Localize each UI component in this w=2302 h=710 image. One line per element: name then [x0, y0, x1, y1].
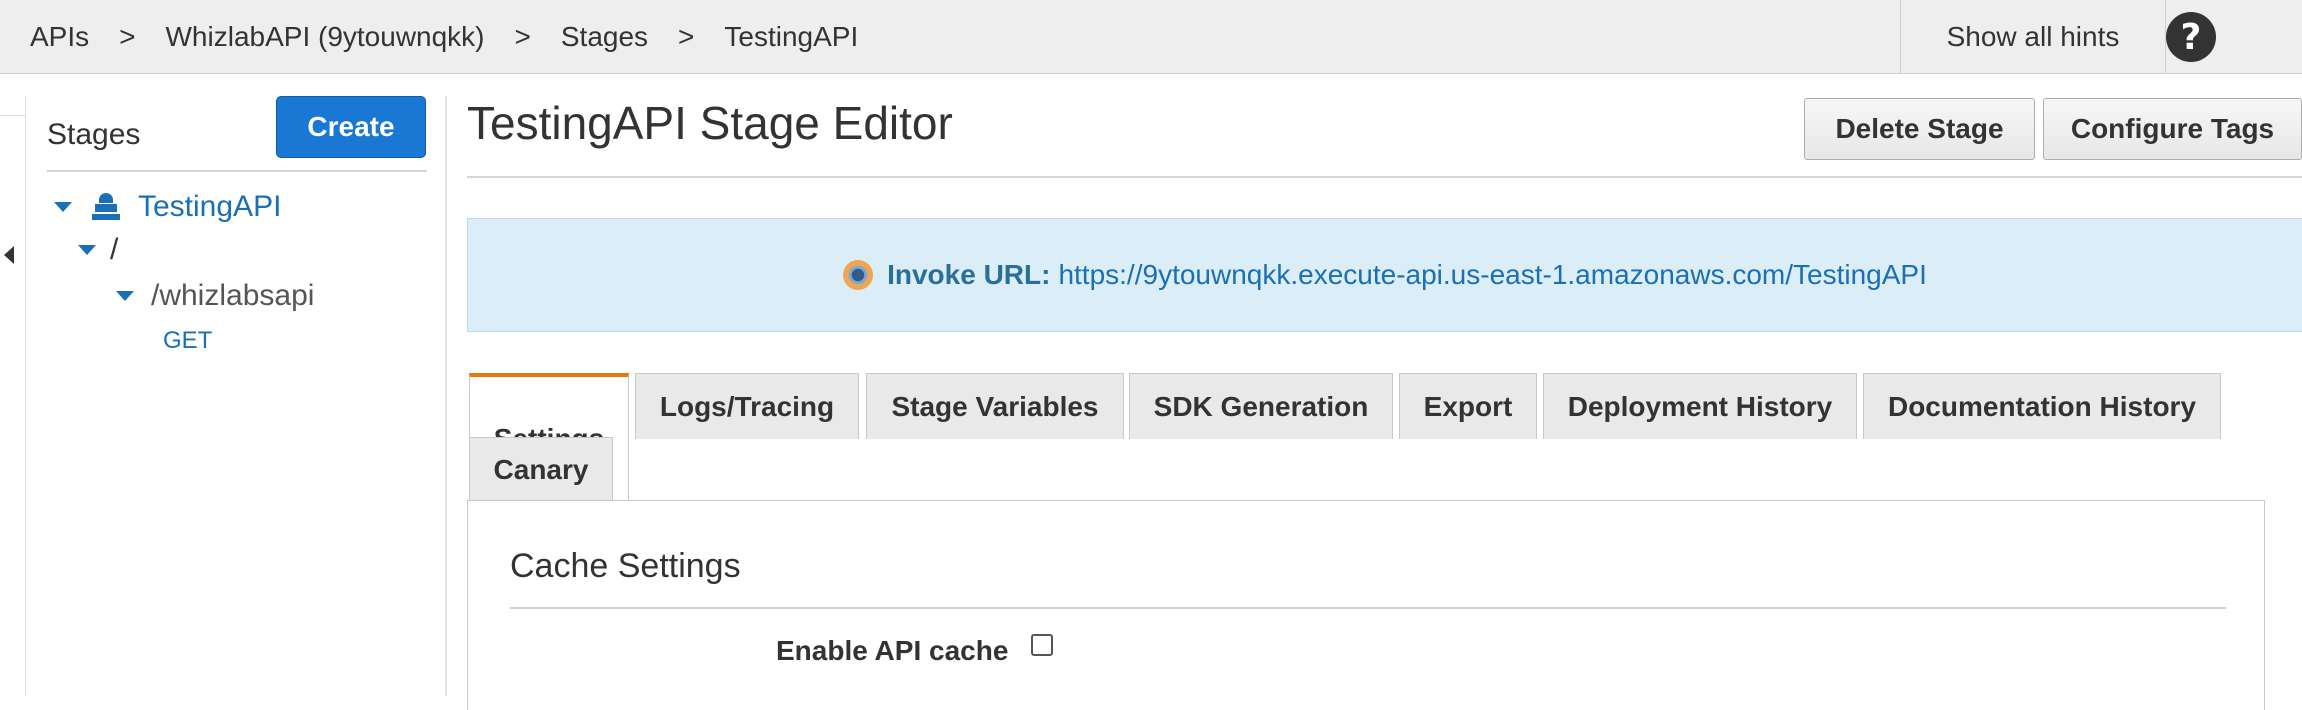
breadcrumb-separator: >	[514, 21, 531, 52]
tab-label: SDK Generation	[1153, 390, 1369, 422]
tab-canary[interactable]: Canary	[469, 437, 613, 501]
tree-item-stage-label[interactable]: TestingAPI	[138, 190, 281, 224]
tab-label: Documentation History	[1887, 390, 2197, 422]
create-stage-button[interactable]: Create	[276, 96, 426, 158]
help-button[interactable]: ?	[2166, 0, 2302, 74]
cache-settings-heading: Cache Settings	[510, 547, 741, 585]
page-title: TestingAPI Stage Editor	[467, 97, 953, 149]
enable-api-cache-label: Enable API cache	[776, 635, 1009, 666]
invoke-url-label: Invoke URL:	[887, 259, 1051, 290]
side-panel-strip	[0, 96, 26, 696]
tab-label: Canary	[493, 453, 589, 485]
tab-documentation-history[interactable]: Documentation History	[1863, 373, 2221, 439]
tree-item-resource-label[interactable]: /whizlabsapi	[151, 279, 314, 313]
pane-divider	[445, 96, 447, 696]
tab-stage-variables[interactable]: Stage Variables	[866, 373, 1124, 439]
invoke-url-link[interactable]: https://9ytouwnqkk.execute-api.us-east-1…	[1058, 259, 1926, 291]
configure-tags-button[interactable]: Configure Tags	[2043, 98, 2302, 160]
tab-logs-tracing[interactable]: Logs/Tracing	[635, 373, 859, 439]
enable-api-cache-checkbox[interactable]	[1031, 634, 1053, 656]
settings-panel: Cache Settings Enable API cache	[467, 500, 2265, 710]
tree-item-root[interactable]: /	[78, 233, 118, 267]
caret-left-icon[interactable]	[4, 246, 14, 264]
breadcrumb-api-name[interactable]: WhizlabAPI (9ytouwnqkk)	[166, 21, 485, 53]
tab-export[interactable]: Export	[1399, 373, 1537, 439]
breadcrumb-apis[interactable]: APIs	[30, 21, 89, 53]
breadcrumb-separator: >	[678, 21, 695, 52]
caret-down-icon[interactable]	[78, 245, 96, 255]
tab-label: Export	[1423, 390, 1513, 422]
tab-label: Stage Variables	[891, 390, 1099, 422]
tab-deployment-history[interactable]: Deployment History	[1543, 373, 1857, 439]
tab-label: Deployment History	[1567, 390, 1833, 422]
show-all-hints-button[interactable]: Show all hints	[1900, 0, 2166, 74]
breadcrumb-current-stage: TestingAPI	[724, 21, 859, 52]
delete-stage-button[interactable]: Delete Stage	[1804, 98, 2035, 160]
radio-dot-icon	[843, 260, 874, 290]
caret-down-icon[interactable]	[54, 202, 72, 212]
divider	[510, 607, 2226, 609]
tree-item-root-label[interactable]: /	[110, 233, 118, 267]
tab-label: Logs/Tracing	[659, 390, 835, 422]
top-navigation-bar: APIs > WhizlabAPI (9ytouwnqkk) > Stages …	[0, 0, 2302, 74]
tree-item-stage[interactable]: TestingAPI	[54, 190, 281, 224]
tree-item-method[interactable]: GET	[163, 327, 212, 355]
strip-divider	[0, 96, 26, 116]
divider	[467, 176, 2302, 178]
breadcrumb-separator: >	[119, 21, 136, 52]
breadcrumb: APIs > WhizlabAPI (9ytouwnqkk) > Stages …	[30, 0, 858, 74]
question-circle-icon: ?	[2166, 12, 2216, 62]
tree-item-method-label[interactable]: GET	[163, 327, 212, 355]
stages-heading: Stages	[47, 118, 141, 151]
caret-down-icon[interactable]	[116, 291, 134, 301]
divider	[47, 170, 427, 172]
tab-sdk-generation[interactable]: SDK Generation	[1129, 373, 1393, 439]
invoke-url-banner: Invoke URL: https://9ytouwnqkk.execute-a…	[467, 218, 2302, 332]
tree-item-resource[interactable]: /whizlabsapi	[116, 279, 314, 313]
breadcrumb-stages[interactable]: Stages	[561, 21, 648, 53]
stage-cruise-icon	[92, 193, 120, 221]
